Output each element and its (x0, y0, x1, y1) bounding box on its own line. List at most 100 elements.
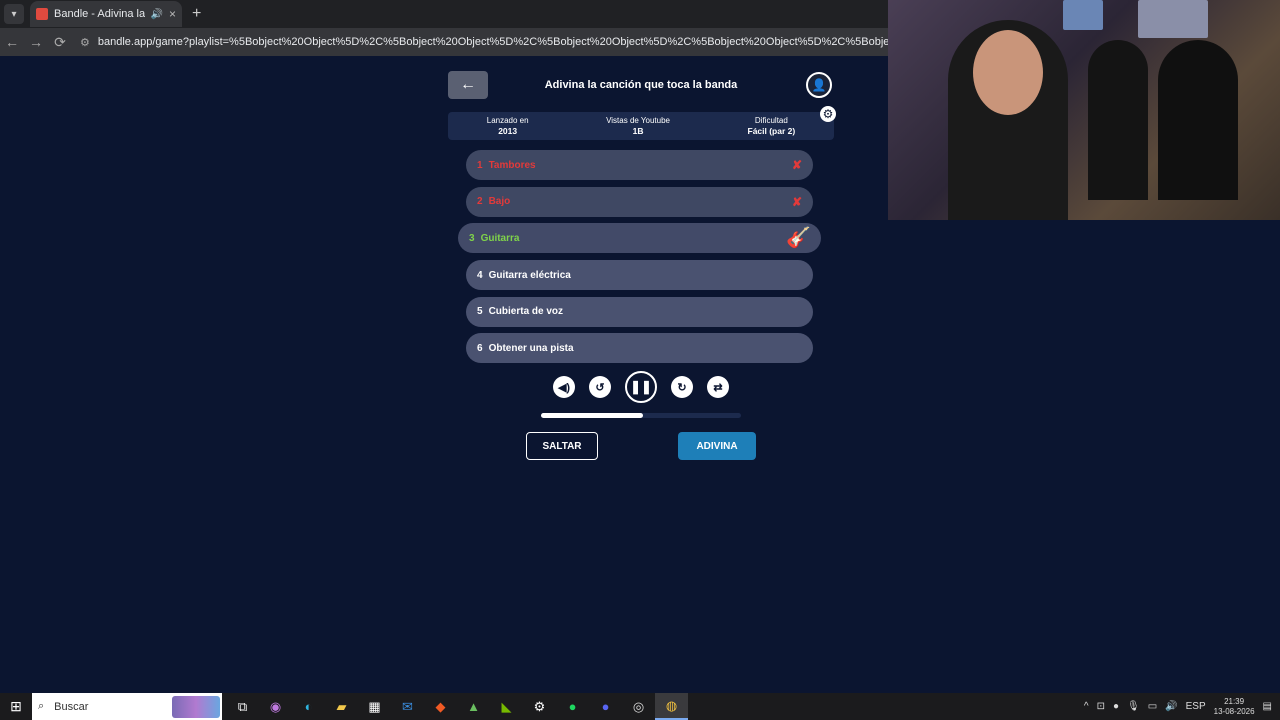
page-title: Adivina la canción que toca la banda (544, 79, 738, 91)
rewind-button[interactable]: ↺ (589, 376, 611, 399)
track-guitar[interactable]: 3 Guitarra 🎸 (458, 223, 821, 254)
face-shape (973, 30, 1043, 115)
player-controls: ◀) ↺ ❚❚ ↻ ⇄ (446, 371, 836, 404)
track-number: 2 (477, 196, 483, 208)
nvidia-icon[interactable]: ◣ (490, 693, 523, 720)
track-hint: 6 Obtener una pista (466, 333, 813, 364)
back-button[interactable]: ← (448, 71, 488, 99)
forward-button[interactable]: ↻ (671, 376, 693, 399)
loop-button[interactable]: ⇄ (707, 376, 729, 399)
bandle-favicon-icon (36, 8, 48, 20)
profile-button[interactable]: 👤 (806, 72, 832, 98)
info-value: 2013 (498, 126, 518, 136)
clock[interactable]: 21:39 13-08-2026 (1214, 697, 1255, 717)
tab-audio-icon[interactable]: 🔊 (151, 9, 163, 20)
track-label: Tambores (488, 159, 536, 171)
poster-shape (1063, 0, 1103, 30)
file-explorer-icon[interactable]: ▰ (325, 693, 358, 720)
skip-button[interactable]: SALTAR (526, 432, 598, 461)
track-label: Guitarra (480, 232, 520, 244)
search-icon: ⌕ (38, 700, 45, 712)
track-number: 1 (477, 159, 483, 171)
search-placeholder: Buscar (54, 700, 89, 713)
edge-icon[interactable]: ◐ (292, 693, 325, 720)
person-silhouette (1088, 40, 1148, 200)
poster-shape (1138, 0, 1208, 38)
action-buttons: SALTAR ADIVINA (446, 432, 836, 461)
copilot-icon[interactable]: ◉ (259, 693, 292, 720)
network-icon[interactable]: ▭ (1148, 701, 1157, 712)
track-bass: 2 Bajo ✘ (466, 186, 813, 217)
pause-button[interactable]: ❚❚ (625, 371, 657, 404)
windows-icon: ⊞ (10, 698, 22, 714)
new-tab-button[interactable]: + (192, 5, 201, 23)
tab-close-icon[interactable]: × (169, 7, 176, 21)
cross-icon: ✘ (791, 194, 802, 209)
progress-fill (541, 413, 643, 419)
browser-tab[interactable]: Bandle - Adivina la canción 🔊 × (30, 1, 182, 27)
webcam-overlay (888, 0, 1280, 220)
clock-time: 21:39 (1224, 696, 1245, 706)
track-number: 5 (477, 306, 483, 318)
search-highlight-image (172, 695, 220, 718)
game-panel: ← Adivina la canción que toca la banda 👤… (446, 70, 836, 461)
info-difficulty: Dificultad Fácil (par 2) (748, 116, 796, 136)
track-label: Cubierta de voz (488, 306, 564, 318)
info-value: 1B (632, 126, 644, 136)
info-label: Lanzado en (486, 116, 529, 125)
start-button[interactable]: ⊞ (0, 693, 32, 720)
gear-icon: ⚙ (822, 107, 834, 121)
system-tray: ^ ⊡ ● 🎙 ▭ 🔊 ESP 21:39 13-08-2026 ▤ (1084, 697, 1280, 717)
discord-icon[interactable]: ● (589, 693, 622, 720)
repeat-off-icon: ⇄ (713, 381, 723, 394)
spotify-icon[interactable]: ● (556, 693, 589, 720)
info-views: Vistas de Youtube 1B (606, 116, 670, 136)
info-value: Fácil (par 2) (747, 126, 796, 136)
taskbar-search[interactable]: ⌕ Buscar (32, 693, 222, 720)
microphone-icon[interactable]: 🎙 (1127, 701, 1140, 712)
brave-icon[interactable]: ◆ (424, 693, 457, 720)
site-info-icon[interactable]: ⚙ (80, 36, 90, 49)
taskbar-apps: ⧉ ◉ ◐ ▰ ▦ ✉ ◆ ▲ ◣ ⚙ ● ● ◎ ◍ (226, 693, 688, 720)
track-number: 6 (477, 342, 483, 354)
track-vocals: 5 Cubierta de voz (466, 296, 813, 327)
settings-button[interactable]: ⚙ (820, 106, 836, 122)
forward-5-icon: ↻ (677, 381, 687, 394)
playback-progress[interactable] (541, 413, 741, 419)
mail-icon[interactable]: ✉ (391, 693, 424, 720)
notifications-icon[interactable]: ▤ (1263, 701, 1272, 712)
arrow-left-icon: ← (460, 76, 476, 93)
cross-icon: ✘ (791, 158, 802, 172)
reload-icon[interactable]: ⟳ (48, 34, 72, 51)
user-icon: 👤 (811, 78, 827, 92)
game-header: ← Adivina la canción que toca la banda 👤 (446, 70, 836, 100)
info-label: Dificultad (754, 116, 788, 125)
track-electric-guitar: 4 Guitarra eléctrica (466, 260, 813, 291)
tray-app-icon[interactable]: ● (1113, 701, 1119, 712)
track-drums: 1 Tambores ✘ (466, 150, 813, 180)
language-indicator[interactable]: ESP (1186, 701, 1206, 712)
guitar-icon: 🎸 (786, 227, 811, 250)
clock-date: 13-08-2026 (1213, 706, 1255, 716)
rewind-5-icon: ↺ (595, 381, 605, 394)
store-icon[interactable]: ▦ (358, 693, 391, 720)
track-label: Bajo (488, 196, 511, 208)
track-number: 4 (477, 269, 483, 281)
volume-button[interactable]: ◀) (553, 376, 575, 399)
chrome-icon[interactable]: ◍ (655, 693, 688, 720)
volume-icon[interactable]: 🔊 (1165, 701, 1177, 712)
tab-title: Bandle - Adivina la canción (54, 8, 145, 20)
chevron-up-icon[interactable]: ^ (1084, 701, 1089, 712)
track-label: Obtener una pista (488, 342, 574, 354)
guess-button[interactable]: ADIVINA (678, 432, 756, 461)
app-icon[interactable]: ▲ (457, 693, 490, 720)
task-view-icon[interactable]: ⧉ (226, 693, 259, 720)
obs-icon[interactable]: ◎ (622, 693, 655, 720)
tab-search-button[interactable]: ▾ (4, 4, 24, 24)
tray-app-icon[interactable]: ⊡ (1097, 701, 1105, 712)
forward-nav-icon[interactable]: → (24, 34, 48, 50)
back-nav-icon[interactable]: ← (0, 34, 24, 50)
pause-icon: ❚❚ (630, 379, 652, 395)
settings-icon[interactable]: ⚙ (523, 693, 556, 720)
track-list: 1 Tambores ✘ 2 Bajo ✘ 3 Guitarra 🎸 4 Gui… (446, 150, 836, 364)
